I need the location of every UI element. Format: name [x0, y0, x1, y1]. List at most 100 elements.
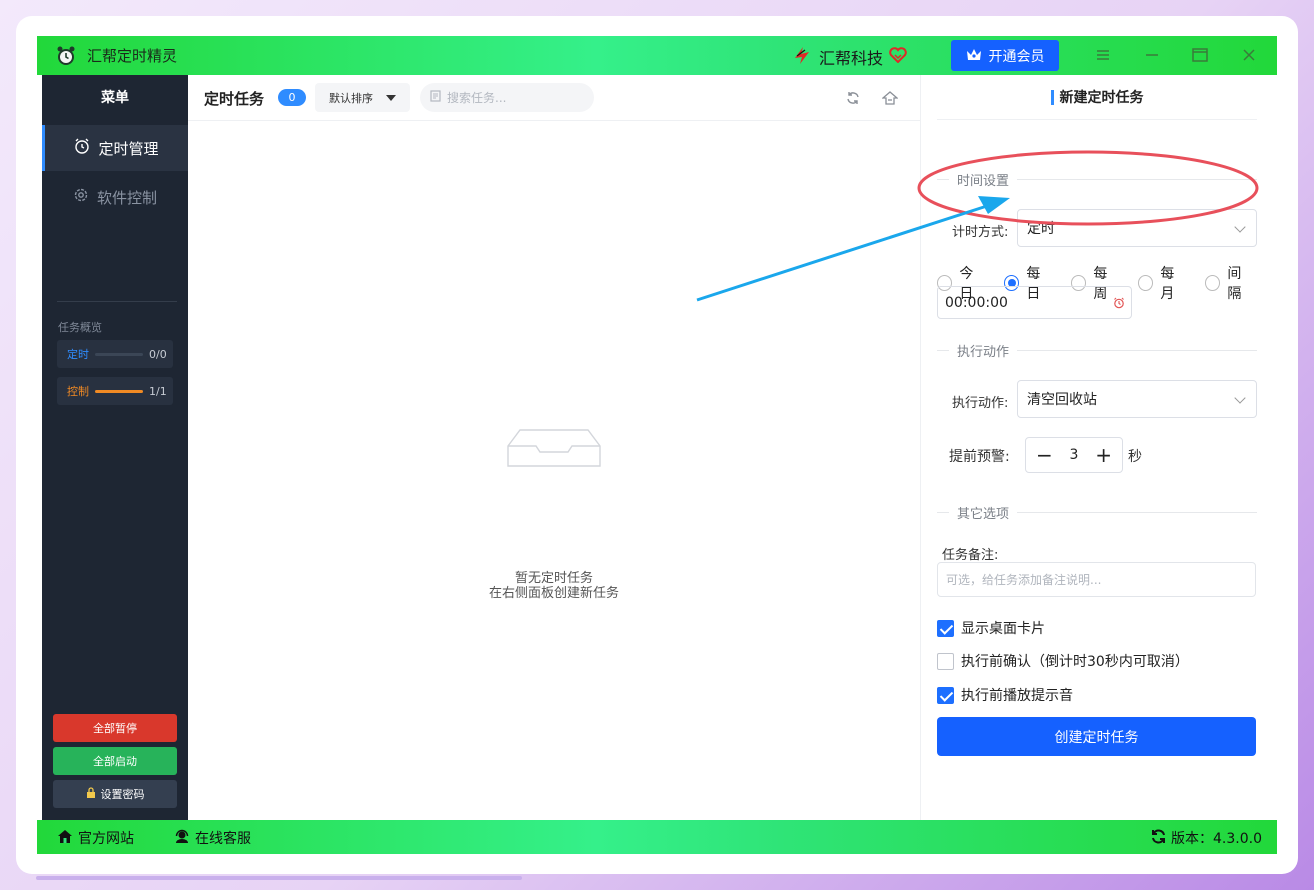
support-link[interactable]: 在线客服	[174, 828, 251, 848]
stat-value: 0/0	[149, 347, 167, 361]
section-other-options: 其它选项	[937, 502, 1257, 522]
pause-all-button[interactable]: 全部暂停	[53, 714, 177, 742]
stat-progress-bar	[95, 352, 143, 356]
gear-icon	[73, 187, 89, 207]
website-label: 官方网站	[78, 831, 134, 847]
version-label: 版本：4.3.0.0	[1171, 831, 1262, 847]
brand: 汇帮科技	[791, 44, 907, 70]
increment-button[interactable]: +	[1095, 445, 1112, 465]
alarm-icon	[1113, 297, 1125, 313]
stat-value: 1/1	[149, 384, 167, 398]
section-label: 其它选项	[957, 506, 1010, 522]
radio-label: 间隔	[1227, 266, 1242, 302]
checkbox-box[interactable]	[937, 619, 954, 637]
sidebar-item-timer-management[interactable]: 定时管理	[42, 125, 188, 171]
sidebar: 菜单 定时管理 软件控制 任务概览 定时 0/0 控制 1/1 全部暂停 全部启…	[42, 75, 188, 820]
section-label: 时间设置	[957, 173, 1010, 189]
menu-icon[interactable]	[1091, 44, 1115, 66]
timing-mode-label: 计时方式:	[952, 225, 1009, 240]
refresh-icon	[1151, 829, 1166, 848]
action-value: 清空回收站	[1027, 392, 1097, 408]
sidebar-divider	[57, 301, 177, 302]
overview-title: 任务概览	[58, 321, 102, 334]
stat-label: 控制	[67, 385, 89, 398]
section-label: 执行动作	[957, 344, 1010, 360]
set-password-button[interactable]: 设置密码	[53, 780, 177, 808]
checkbox-show-desktop-card[interactable]: 显示桌面卡片	[937, 618, 1045, 638]
page-title: 定时任务	[204, 90, 265, 108]
sort-dropdown[interactable]: 默认排序	[315, 83, 410, 112]
title-bar: 汇帮定时精灵 汇帮科技 开通会员	[37, 36, 1277, 75]
checkbox-label: 执行前确认（倒计时30秒内可取消）	[961, 654, 1189, 670]
heart-icon	[889, 47, 907, 67]
checkbox-label: 显示桌面卡片	[961, 621, 1045, 637]
stat-progress-fill	[95, 389, 143, 393]
time-value: 00:00:00	[945, 294, 1008, 311]
timing-mode-select[interactable]: 定时	[1017, 209, 1257, 247]
pause-all-label: 全部暂停	[93, 722, 137, 735]
checkbox-play-sound[interactable]: 执行前播放提示音	[937, 685, 1073, 705]
main-toolbar: 定时任务 0 默认排序 搜索任务...	[188, 75, 934, 121]
app-window: 汇帮定时精灵 汇帮科技 开通会员 菜单 定时管理 软件控制 任务概览 定时 0/…	[37, 36, 1277, 854]
radio-interval[interactable]: 间隔	[1205, 263, 1254, 303]
search-input[interactable]: 搜索任务...	[420, 83, 594, 112]
headset-icon	[174, 829, 190, 848]
note-label: 任务备注:	[942, 548, 999, 563]
action-select[interactable]: 清空回收站	[1017, 380, 1257, 418]
task-list-area: 暂无定时任务 在右侧面板创建新任务	[188, 121, 920, 820]
crown-icon	[966, 47, 982, 65]
section-execute-action: 执行动作	[937, 340, 1257, 360]
vip-label: 开通会员	[988, 48, 1045, 65]
sidebar-title: 菜单	[101, 90, 129, 106]
note-placeholder: 可选，给任务添加备注说明...	[946, 573, 1102, 587]
panel-header: 新建定时任务	[937, 75, 1257, 120]
checkbox-box[interactable]	[937, 652, 954, 670]
chevron-down-icon	[1234, 221, 1246, 233]
search-doc-icon	[430, 90, 441, 105]
alarm-clock-icon	[74, 138, 90, 158]
alarm-clock-logo-icon	[55, 45, 77, 67]
checkbox-label: 执行前播放提示音	[961, 688, 1073, 704]
task-count-badge: 0	[278, 89, 306, 106]
maximize-icon[interactable]	[1188, 44, 1212, 66]
refresh-icon[interactable]	[843, 88, 863, 108]
empty-hint: 在右侧面板创建新任务	[488, 586, 619, 601]
section-time-settings: 时间设置	[937, 169, 1257, 189]
timing-mode-value: 定时	[1027, 221, 1055, 237]
create-task-label: 创建定时任务	[1054, 729, 1139, 746]
stat-label: 定时	[67, 348, 89, 361]
decrement-button[interactable]: −	[1036, 445, 1053, 465]
status-bar: 官方网站 在线客服 版本：4.3.0.0	[37, 820, 1277, 854]
home-icon	[57, 829, 73, 848]
sort-label: 默认排序	[329, 91, 373, 105]
action-label: 执行动作:	[952, 396, 1009, 411]
brand-name: 汇帮科技	[819, 49, 884, 68]
stat-timer: 定时 0/0	[57, 340, 173, 368]
time-picker[interactable]: 00:00:00	[937, 286, 1132, 319]
support-label: 在线客服	[195, 831, 251, 847]
taskbar-strip	[36, 876, 522, 880]
clear-icon[interactable]	[880, 88, 900, 108]
website-link[interactable]: 官方网站	[57, 828, 134, 848]
minimize-icon[interactable]	[1140, 44, 1164, 66]
app-title: 汇帮定时精灵	[87, 47, 178, 65]
set-password-label: 设置密码	[100, 788, 145, 801]
lock-icon	[86, 787, 96, 801]
vip-button[interactable]: 开通会员	[951, 40, 1059, 71]
warning-label: 提前预警:	[949, 449, 1010, 465]
version-info[interactable]: 版本：4.3.0.0	[1151, 828, 1262, 848]
brand-logo-icon	[791, 44, 813, 70]
checkbox-confirm-before[interactable]: 执行前确认（倒计时30秒内可取消）	[937, 651, 1189, 671]
header-accent-bar	[1050, 89, 1054, 105]
sidebar-item-label: 软件控制	[96, 188, 157, 207]
sidebar-item-software-control[interactable]: 软件控制	[42, 174, 188, 220]
stat-progress-bar	[95, 389, 143, 393]
create-task-button[interactable]: 创建定时任务	[937, 717, 1256, 756]
start-all-button[interactable]: 全部启动	[53, 747, 177, 775]
radio-monthly[interactable]: 每月	[1138, 263, 1187, 303]
checkbox-box[interactable]	[937, 686, 954, 704]
empty-tray-icon	[506, 428, 602, 472]
warning-stepper[interactable]: − 3 +	[1025, 437, 1123, 473]
close-icon[interactable]	[1237, 44, 1261, 66]
note-input[interactable]: 可选，给任务添加备注说明...	[937, 562, 1256, 597]
